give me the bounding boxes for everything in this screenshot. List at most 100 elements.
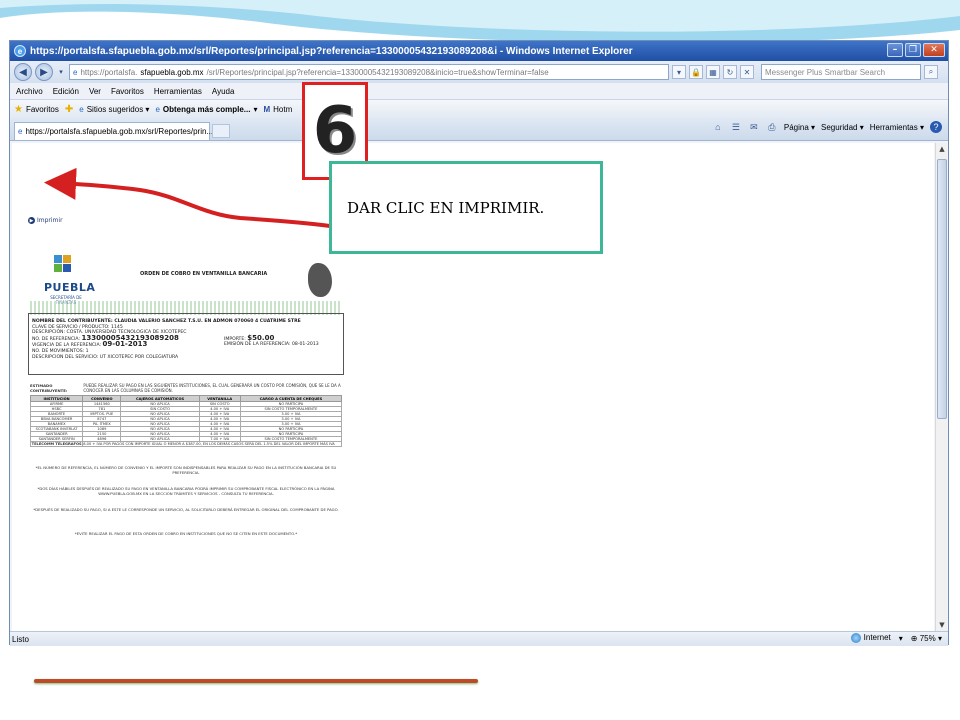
cmd-herramientas[interactable]: Herramientas ▾ (870, 123, 924, 132)
menu-favoritos[interactable]: Favoritos (111, 87, 144, 96)
instruction-callout: DAR CLIC EN IMPRIMIR. (329, 161, 603, 254)
ie-page-icon: e (155, 105, 160, 114)
status-right: Internet ▾ ⊕ 75% ▾ (850, 633, 942, 643)
menu-ver[interactable]: Ver (89, 87, 101, 96)
url-dropdown-icon[interactable]: ▾ (672, 65, 686, 79)
table-cell: TELECOMM TELEGRAFOS (29, 441, 84, 447)
menu-herramientas[interactable]: Herramientas (154, 87, 202, 96)
logo-square (54, 264, 62, 272)
zoom-level[interactable]: ⊕ 75% ▾ (911, 634, 942, 643)
browser-window: e https://portalsfa.sfapuebla.gob.mx/srl… (9, 40, 949, 646)
logo-square (54, 255, 62, 263)
internet-zone: Internet (850, 633, 891, 643)
print-icon[interactable]: ⎙ (766, 121, 778, 133)
status-bar: Listo Internet ▾ ⊕ 75% ▾ (10, 631, 948, 646)
fav-item-sitios[interactable]: e Sitios sugeridos ▾ (79, 105, 149, 114)
address-bar: ◀ ▶ ▾ e https://portalsfa. sfapuebla.gob.… (10, 61, 948, 83)
table-cell: SANTANDER SERFIN (29, 436, 84, 442)
feeds-icon[interactable]: ☰ (730, 121, 742, 133)
fav-item-label: Hotm (273, 105, 293, 114)
note-4: *EVITE REALIZAR EL PAGO DE ESTA ORDEN DE… (74, 531, 298, 536)
search-input[interactable]: Messenger Plus Smartbar Search (761, 64, 921, 80)
help-icon[interactable]: ? (930, 121, 942, 133)
tab-active[interactable]: e https://portalsfa.sfapuebla.gob.mx/srl… (14, 122, 213, 140)
bank-table-body: AFIRME 1441560 NO APLICA SIN COSTO NO PARTIC… (29, 401, 343, 442)
scroll-down-icon[interactable]: ▼ (936, 619, 948, 631)
callout-text: DAR CLIC EN IMPRIMIR. (347, 198, 545, 217)
scroll-thumb[interactable] (937, 159, 947, 419)
fav-item-obtenga[interactable]: e Obtenga más comple... ▾ (155, 105, 257, 114)
fav-item-hotmail[interactable]: M Hotm (263, 105, 292, 114)
url-rest: /srl/Reportes/principal.jsp?referencia=1… (206, 67, 549, 77)
vertical-scrollbar[interactable]: ▲ ▼ (935, 143, 947, 631)
zone-label: Internet (863, 633, 891, 643)
back-button[interactable]: ◀ (14, 63, 32, 81)
window-controls: – ❐ ✕ (887, 43, 945, 57)
new-tab-button[interactable] (212, 124, 230, 138)
stop-icon[interactable]: ✕ (740, 65, 754, 79)
lock-icon[interactable]: 🔒 (689, 65, 703, 79)
ie-logo-icon: e (14, 45, 26, 57)
url-input[interactable]: e https://portalsfa. sfapuebla.gob.mx/srl… (69, 64, 669, 80)
reference-label: NO. DE REFERENCIA: (32, 336, 81, 342)
favorites-label: Favoritos (25, 105, 59, 114)
maximize-button[interactable]: ❐ (905, 43, 921, 57)
search-icon[interactable]: ⌕ (924, 65, 938, 79)
logo-word: PUEBLA (44, 281, 96, 294)
zoom-label: 75% (919, 633, 936, 643)
menu-archivo[interactable]: Archivo (16, 87, 43, 96)
favorites-bar: ★ Favoritos ✚ e Sitios sugeridos ▾ e Obt… (10, 99, 948, 119)
validity-value: 09-01-2013 (102, 340, 148, 349)
note-1: *EL NÚMERO DE REFERENCIA, EL NÚMERO DE C… (35, 465, 337, 475)
menu-ayuda[interactable]: Ayuda (212, 87, 235, 96)
cmd-pagina[interactable]: Página ▾ (784, 123, 815, 132)
scroll-up-icon[interactable]: ▲ (936, 143, 948, 155)
print-link-label: Imprimir (37, 217, 63, 224)
step-number: 6 (312, 94, 358, 168)
close-button[interactable]: ✕ (923, 43, 945, 57)
home-icon[interactable]: ⌂ (712, 121, 724, 133)
favorites-button[interactable]: ★ Favoritos (14, 104, 59, 115)
note-2: *DOS DÍAS HÁBILES DESPUÉS DE REALIZADO S… (37, 486, 335, 496)
footer-divider (34, 679, 478, 683)
window-title: https://portalsfa.sfapuebla.gob.mx/srl/R… (30, 45, 633, 57)
url-host: sfapuebla.gob.mx (140, 67, 204, 77)
cmd-seguridad[interactable]: Seguridad ▾ (821, 123, 864, 132)
history-dropdown-icon[interactable]: ▾ (56, 63, 66, 81)
window-titlebar: e https://portalsfa.sfapuebla.gob.mx/srl… (10, 41, 948, 61)
globe-icon (850, 633, 861, 643)
page-icon: e (18, 127, 23, 136)
ie-page-icon: e (79, 105, 84, 114)
taxpayer-info-box: NOMBRE DEL CONTRIBUYENTE: CLAUDIA VALERI… (28, 313, 344, 375)
menu-bar: Archivo Edición Ver Favoritos Herramient… (10, 83, 948, 99)
compatibility-icon[interactable]: ▦ (706, 65, 720, 79)
protected-mode-icon[interactable]: ▾ (899, 634, 903, 643)
page-icon: e (73, 67, 78, 77)
estimado-row: ESTIMADO CONTRIBUYENTE: PUEDE REALIZAR S… (30, 383, 342, 393)
telecomm-row: TELECOMM TELEGRAFOS 8.00 + IVA POR PAGOS… (29, 441, 342, 447)
logo-square (63, 264, 71, 272)
state-map-image (308, 263, 332, 297)
emission-line: EMISIÓN DE LA REFERENCIA: 08-01-2013 (224, 342, 319, 348)
mail-icon[interactable]: ✉ (748, 121, 760, 133)
bank-table: INSTITUCIÓN CONVENIO CAJEROS AUTOMÁTICOS… (29, 395, 343, 447)
star-icon: ★ (14, 104, 23, 115)
estimado-text: PUEDE REALIZAR SU PAGO EN LAS SIGUIENTES… (83, 383, 341, 393)
msn-icon: M (263, 105, 271, 114)
refresh-icon[interactable]: ↻ (723, 65, 737, 79)
forward-button[interactable]: ▶ (35, 63, 53, 81)
fav-item-label: Obtenga más comple... (162, 105, 251, 114)
fav-item-label: Sitios sugeridos ▾ (86, 105, 150, 114)
print-link[interactable]: ▶ Imprimir (28, 217, 63, 224)
menu-edicion[interactable]: Edición (53, 87, 79, 96)
table-cell: 8.00 + IVA POR PAGOS CON IMPORTE IGUAL O… (82, 441, 342, 447)
info-line: NOMBRE DEL CONTRIBUYENTE: CLAUDIA VALERI… (32, 319, 301, 324)
minimize-button[interactable]: – (887, 43, 903, 57)
status-text: Listo (12, 634, 29, 644)
add-favorite-icon[interactable]: ✚ (65, 104, 73, 115)
arrow-right-icon: ▶ (28, 217, 35, 224)
validity-label: VIGENCIA DE LA REFERENCIA: (32, 343, 102, 349)
logo-square (63, 255, 71, 263)
table-cell: SCOTIABANK INVERLAT (29, 426, 84, 432)
validity-line: VIGENCIA DE LA REFERENCIA: 09-01-2013 EM… (32, 340, 340, 349)
